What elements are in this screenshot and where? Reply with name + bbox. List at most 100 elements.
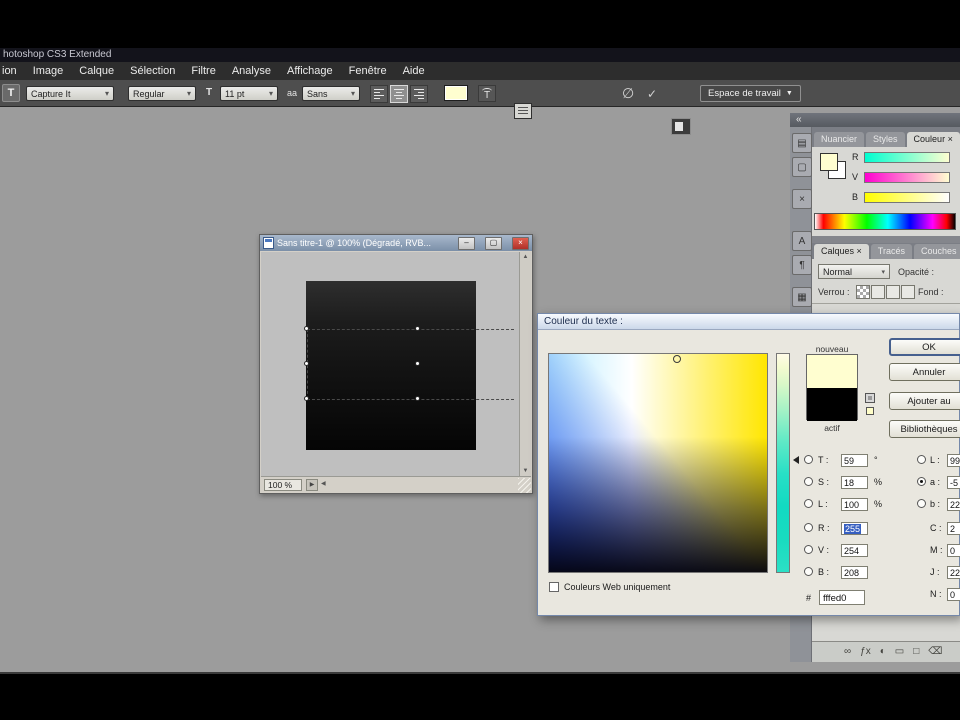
hue-slider-arrow-icon[interactable]	[793, 456, 799, 464]
menu-item-aide[interactable]: Aide	[395, 62, 433, 80]
blue-field[interactable]: 208	[841, 566, 868, 579]
type-tool-icon[interactable]: T	[2, 84, 20, 102]
new-group-icon[interactable]: ▭	[895, 643, 904, 661]
color-spectrum-ramp[interactable]	[814, 213, 956, 230]
tab-nuancier[interactable]: Nuancier	[814, 132, 865, 147]
transform-handle-top-left[interactable]	[304, 326, 309, 331]
web-safe-swatch[interactable]	[866, 407, 874, 415]
radio-blue[interactable]	[804, 567, 813, 576]
cancel-button[interactable]: Annuler	[889, 363, 960, 381]
slider-r-track[interactable]	[864, 151, 950, 163]
tab-couleur[interactable]: Couleur ×	[906, 132, 960, 147]
document-canvas[interactable]	[261, 252, 519, 476]
tool-preset-select[interactable]: Capture It ▾	[26, 86, 114, 101]
radio-hue[interactable]	[804, 455, 813, 464]
slider-b-track[interactable]	[864, 191, 950, 203]
hue-slider[interactable]	[776, 353, 790, 573]
hue-field[interactable]: 59	[841, 454, 868, 467]
tab-traces[interactable]: Tracés	[870, 244, 912, 259]
align-center-button[interactable]	[390, 85, 408, 103]
transform-handle-bottom[interactable]	[415, 396, 420, 401]
dock-panel-icon-3[interactable]: ×	[792, 189, 812, 209]
scroll-up-icon[interactable]: ▲	[523, 252, 529, 262]
dock-panel-icon-4[interactable]: A	[792, 231, 812, 251]
document-titlebar[interactable]: Sans titre-1 @ 100% (Dégradé, RVB... – ▢…	[260, 235, 532, 251]
lock-transparency-icon[interactable]	[856, 285, 870, 299]
radio-saturation[interactable]	[804, 477, 813, 486]
text-color-swatch[interactable]	[444, 85, 468, 101]
cancel-edit-icon[interactable]: ∅	[622, 85, 634, 101]
red-field[interactable]: 255	[841, 522, 868, 535]
tab-styles[interactable]: Styles	[866, 132, 905, 147]
color-marker[interactable]	[673, 355, 681, 363]
dock-panel-icon-2[interactable]: ▢	[792, 157, 812, 177]
vertical-scrollbar[interactable]: ▲ ▼	[519, 252, 531, 476]
saturation-field[interactable]: 18	[841, 476, 868, 489]
dock-panel-icon-5[interactable]: ¶	[792, 255, 812, 275]
dock-panel-icon-1[interactable]: ▤	[792, 133, 812, 153]
menu-item-edition[interactable]: ion	[0, 62, 25, 80]
menu-item-affichage[interactable]: Affichage	[279, 62, 341, 80]
ok-button[interactable]: OK	[889, 338, 960, 356]
close-button[interactable]: ×	[512, 236, 529, 250]
commit-edit-icon[interactable]: ✓	[647, 86, 657, 102]
lab-a-field[interactable]: -5	[947, 476, 960, 489]
layer-style-icon[interactable]: ƒx	[860, 643, 871, 661]
noir-field[interactable]: 0	[947, 588, 960, 601]
green-field[interactable]: 254	[841, 544, 868, 557]
align-left-button[interactable]	[370, 85, 388, 103]
saturation-brightness-field[interactable]	[548, 353, 768, 573]
tab-couches[interactable]: Couches	[913, 244, 960, 259]
radio-red[interactable]	[804, 523, 813, 532]
character-panel-icon[interactable]	[514, 103, 532, 119]
dock-header[interactable]: «	[790, 113, 960, 127]
libraries-button[interactable]: Bibliothèques	[889, 420, 960, 438]
jaune-field[interactable]: 22	[947, 566, 960, 579]
lock-all-icon[interactable]	[901, 285, 915, 299]
foreground-color-swatch[interactable]	[820, 153, 838, 171]
palettes-toggle-icon[interactable]	[671, 118, 691, 135]
scroll-left-icon[interactable]: ◀	[321, 480, 326, 487]
lab-l-field[interactable]: 99	[947, 454, 960, 467]
lock-position-icon[interactable]	[886, 285, 900, 299]
menu-item-fenetre[interactable]: Fenêtre	[341, 62, 395, 80]
adjustment-layer-icon[interactable]: ◐	[880, 643, 886, 661]
maximize-button[interactable]: ▢	[485, 236, 502, 250]
scroll-down-icon[interactable]: ▼	[523, 466, 529, 476]
magenta-field[interactable]: 0	[947, 544, 960, 557]
web-gamut-cube-icon[interactable]	[865, 393, 875, 403]
radio-green[interactable]	[804, 545, 813, 554]
dock-panel-icon-6[interactable]: ▦	[792, 287, 812, 307]
transform-handle-top[interactable]	[415, 326, 420, 331]
web-only-checkbox[interactable]	[549, 582, 559, 592]
transform-handle-bottom-left[interactable]	[304, 396, 309, 401]
transform-handle-center[interactable]	[415, 361, 420, 366]
font-style-select[interactable]: Regular ▾	[128, 86, 196, 101]
brightness-field[interactable]: 100	[841, 498, 868, 511]
tab-calques[interactable]: Calques ×	[814, 244, 869, 259]
lab-b-field[interactable]: 22	[947, 498, 960, 511]
font-size-select[interactable]: 11 pt ▾	[220, 86, 278, 101]
zoom-field[interactable]: 100 %	[264, 479, 302, 491]
warp-text-icon[interactable]: T	[478, 85, 496, 102]
hex-field[interactable]: fffed0	[819, 590, 865, 605]
minimize-button[interactable]: –	[458, 236, 475, 250]
radio-lab-a[interactable]	[917, 477, 926, 486]
blend-mode-select[interactable]: Normal ▾	[818, 264, 890, 279]
current-color-swatch[interactable]	[807, 388, 857, 421]
slider-v-track[interactable]	[864, 171, 950, 183]
radio-brightness[interactable]	[804, 499, 813, 508]
menu-item-filtre[interactable]: Filtre	[183, 62, 223, 80]
menu-item-analyse[interactable]: Analyse	[224, 62, 279, 80]
radio-lab-b[interactable]	[917, 499, 926, 508]
lock-pixels-icon[interactable]	[871, 285, 885, 299]
anti-alias-select[interactable]: Sans ▾	[302, 86, 360, 101]
delete-layer-icon[interactable]: ⌫	[928, 643, 942, 661]
new-layer-icon[interactable]: □	[913, 643, 919, 661]
status-menu-icon[interactable]: ▶	[306, 479, 318, 491]
add-to-swatches-button[interactable]: Ajouter au	[889, 392, 960, 410]
resize-grip[interactable]	[518, 478, 531, 493]
radio-lab-l[interactable]	[917, 455, 926, 464]
menu-item-calque[interactable]: Calque	[71, 62, 122, 80]
transform-handle-left[interactable]	[304, 361, 309, 366]
